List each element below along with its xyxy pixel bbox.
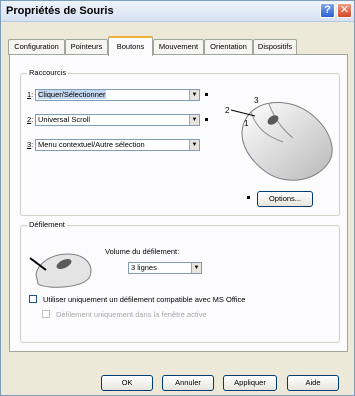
shortcuts-group: Raccourcis 1: Cliquer/Sélectionner ▼ 2: … — [20, 68, 340, 216]
chevron-down-icon[interactable]: ▼ — [191, 263, 201, 273]
office-compat-checkbox[interactable] — [29, 295, 37, 303]
chevron-down-icon[interactable]: ▼ — [189, 115, 199, 125]
scrolling-group-label: Défilement — [27, 220, 67, 229]
question-icon: ? — [324, 4, 331, 16]
help-title-button[interactable]: ? — [320, 3, 335, 18]
active-window-label: Défilement uniquement dans la fenêtre ac… — [56, 310, 207, 319]
title-bar: Propriétés de Souris ? ✕ — [1, 1, 354, 22]
ok-label: OK — [121, 378, 133, 387]
close-icon: ✕ — [339, 4, 350, 16]
cancel-button[interactable]: Annuler — [162, 375, 214, 391]
apply-button[interactable]: Appliquer — [223, 375, 277, 391]
options-label: Options... — [268, 194, 302, 203]
button-2-value: Universal Scroll — [38, 115, 91, 124]
shortcuts-group-label: Raccourcis — [27, 68, 69, 77]
close-title-button[interactable]: ✕ — [337, 3, 352, 18]
chevron-down-icon[interactable]: ▼ — [189, 90, 199, 100]
office-compat-label: Utiliser uniquement un défilement compat… — [43, 295, 246, 304]
tab-label: Dispositifs — [257, 42, 293, 51]
mouse-label-2: 2 — [225, 106, 230, 115]
tab-label: Pointeurs — [70, 42, 103, 51]
button-1-value: Cliquer/Sélectionner — [38, 90, 106, 99]
options-button[interactable]: Options... — [257, 191, 313, 207]
window-title: Propriétés de Souris — [6, 5, 114, 17]
button-3-value: Menu contextuel/Autre sélection — [38, 140, 145, 149]
volume-label: Volume du défilement: — [105, 247, 180, 256]
volume-select[interactable]: 3 lignes ▼ — [128, 262, 202, 274]
mouse-label-3: 3 — [254, 96, 259, 105]
ok-button[interactable]: OK — [101, 375, 153, 391]
button-3-label: 3: — [27, 140, 34, 149]
button-1-label: 1: — [27, 90, 34, 99]
scrolling-group: Défilement Volume du défilement: 3 ligne… — [20, 220, 340, 343]
button-1-select[interactable]: Cliquer/Sélectionner ▼ — [35, 89, 200, 101]
active-window-checkbox[interactable] — [42, 310, 50, 318]
help-label: Aide — [305, 378, 321, 387]
tab-mouvement[interactable]: Mouvement — [153, 39, 204, 55]
apply-label: Appliquer — [234, 378, 266, 387]
tab-pointeurs[interactable]: Pointeurs — [65, 39, 108, 55]
tab-orientation[interactable]: Orientation — [204, 39, 253, 55]
tab-boutons[interactable]: Boutons — [108, 36, 153, 56]
button-2-select[interactable]: Universal Scroll ▼ — [35, 114, 200, 126]
tab-label: Configuration — [14, 42, 59, 51]
button-2-label: 2: — [27, 115, 34, 124]
tab-label: Mouvement — [158, 42, 199, 51]
tab-panel: Raccourcis 1: Cliquer/Sélectionner ▼ 2: … — [9, 54, 348, 352]
mouse-label-1: 1 — [244, 119, 249, 128]
button-3-select[interactable]: Menu contextuel/Autre sélection ▼ — [35, 139, 200, 151]
tab-configuration[interactable]: Configuration — [8, 39, 65, 55]
scroll-wheel-illustration — [29, 253, 92, 288]
pointer-dot — [205, 93, 208, 96]
cancel-label: Annuler — [175, 378, 201, 387]
volume-value: 3 lignes — [131, 263, 157, 272]
tab-label: Boutons — [116, 42, 145, 51]
pointer-dot — [205, 118, 208, 121]
chevron-down-icon[interactable]: ▼ — [189, 140, 199, 150]
pointer-dot — [247, 196, 250, 199]
mouse-illustration: 2 3 1 — [225, 96, 333, 181]
mouse-properties-window: Propriétés de Souris ? ✕ Configuration P… — [0, 0, 355, 396]
help-button[interactable]: Aide — [287, 375, 339, 391]
tab-label: Orientation — [210, 42, 247, 51]
tab-dispositifs[interactable]: Dispositifs — [253, 39, 297, 55]
